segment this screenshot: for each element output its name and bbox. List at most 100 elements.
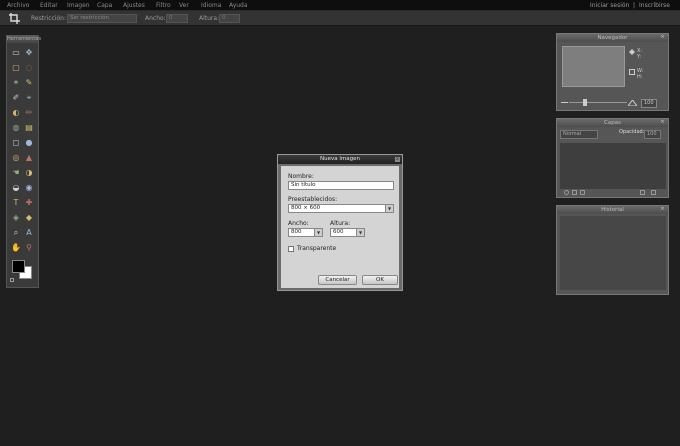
zoom-slider-handle[interactable]	[583, 99, 587, 106]
opacity-value: 100	[647, 131, 657, 137]
lasso-icon[interactable]: ◌	[24, 63, 34, 73]
ok-button[interactable]: OK	[362, 275, 398, 285]
sponge-icon[interactable]: ●	[24, 138, 34, 148]
width-label: Ancho:	[145, 15, 166, 22]
navigator-panel: Navegador × X: Y: W: H: 100	[556, 33, 669, 111]
zoom-value: 100	[644, 100, 654, 106]
wand-icon[interactable]: ✶	[11, 78, 21, 88]
height-input[interactable]: 0	[219, 14, 240, 23]
blur-icon[interactable]: ◎	[11, 153, 21, 163]
menu-ver[interactable]: Ver	[179, 2, 189, 9]
zoom-input[interactable]: 100	[641, 99, 657, 108]
menu-filtro[interactable]: Filtro	[156, 2, 171, 9]
foreground-color-swatch[interactable]	[12, 260, 25, 273]
menu-idioma[interactable]: Idioma	[201, 2, 221, 9]
opacity-label: Opacidad:	[619, 129, 645, 135]
crop-icon[interactable]: ▭	[11, 48, 21, 58]
color-replace-icon[interactable]: ◐	[11, 108, 21, 118]
menu-editar[interactable]: Editar	[40, 2, 58, 9]
history-close-icon[interactable]: ×	[660, 207, 665, 212]
bloat-icon[interactable]: ◈	[11, 213, 21, 223]
dialog-close-icon[interactable]: x	[395, 157, 400, 162]
type-icon[interactable]: A	[24, 228, 34, 238]
dialog-width-select[interactable]: 800 ▼	[288, 228, 323, 237]
clone-icon[interactable]: ⌖	[24, 93, 34, 103]
move-arrows-icon	[629, 49, 635, 55]
spot-heal-icon[interactable]: ✚	[24, 198, 34, 208]
height-label: Altura:	[199, 15, 220, 22]
menu-ajustes[interactable]: Ajustes	[123, 2, 145, 9]
cancel-button[interactable]: Cancelar	[318, 275, 357, 285]
navigator-thumbnail[interactable]	[562, 46, 625, 87]
preset-select[interactable]: 800 × 600 ▼	[288, 204, 394, 213]
tools-panel: Herramientas ▭ ✥ ▢ ◌ ✶ ✎ ✐ ⌖ ◐ ✏ ◍ ▤ ◻ ● ◎ ▲ ☚ ◑ ◒ ◉ T ✚ ◈ ◆ ⌕ A ✋…	[6, 35, 41, 288]
menu-ayuda[interactable]: Ayuda	[229, 2, 248, 9]
layer-style-icon[interactable]	[564, 190, 569, 195]
name-input[interactable]: Sin título	[288, 181, 394, 190]
login-link[interactable]: Iniciar sesión	[590, 2, 629, 9]
layers-title: Capas ×	[557, 119, 668, 127]
new-layer-icon[interactable]	[640, 190, 645, 195]
resize-icon	[629, 69, 635, 75]
transparent-checkbox[interactable]	[288, 246, 294, 252]
name-input-value: Sin título	[291, 182, 316, 188]
draw-icon[interactable]: ✏	[24, 108, 34, 118]
marquee-icon[interactable]: ▢	[11, 63, 21, 73]
smudge-icon[interactable]: ☚	[11, 168, 21, 178]
reset-colors-icon[interactable]	[10, 278, 14, 282]
nav-y-label: Y:	[637, 54, 642, 60]
new-image-dialog: Nueva imagen x Nombre: Sin título Preest…	[277, 154, 403, 291]
layers-title-text: Capas	[604, 120, 621, 126]
transparent-label: Transparente	[297, 245, 337, 252]
brush-icon[interactable]: ✐	[11, 93, 21, 103]
zoom-icon[interactable]: ⚲	[24, 243, 34, 253]
width-input-value: 0	[169, 15, 173, 21]
zoom-slider-track[interactable]	[569, 102, 627, 103]
history-title: Historial ×	[557, 206, 668, 214]
redeye-icon[interactable]: ◉	[24, 183, 34, 193]
pencil-icon[interactable]: ✎	[24, 78, 34, 88]
history-panel: Historial ×	[556, 205, 669, 295]
height-input-value: 0	[222, 15, 226, 21]
zoom-in-icon[interactable]	[628, 100, 637, 106]
register-link[interactable]: Inscribirse	[639, 2, 670, 9]
eyedropper-icon[interactable]: ⌕	[11, 228, 21, 238]
layer-mask-icon[interactable]	[572, 190, 577, 195]
text-icon[interactable]: T	[11, 198, 21, 208]
restriction-select[interactable]: Sin restricción	[67, 14, 137, 23]
opacity-input[interactable]: 100	[644, 130, 661, 139]
hand-icon[interactable]: ✋	[11, 243, 21, 253]
sharpen-icon[interactable]: ▲	[24, 153, 34, 163]
delete-layer-icon[interactable]	[651, 190, 656, 195]
menu-imagen[interactable]: Imagen	[67, 2, 90, 9]
blend-mode-value: Normal	[563, 131, 582, 137]
move-icon[interactable]: ✥	[24, 48, 34, 58]
width-chevron-down-icon: ▼	[314, 229, 322, 236]
navigator-close-icon[interactable]: ×	[660, 35, 665, 40]
eraser-icon[interactable]: ◻	[11, 138, 21, 148]
layers-close-icon[interactable]: ×	[660, 120, 665, 125]
menu-bar: Archivo Editar Imagen Capa Ajustes Filtr…	[0, 0, 680, 11]
nav-h-label: H:	[637, 74, 643, 80]
zoom-out-icon[interactable]	[561, 100, 568, 105]
menu-archivo[interactable]: Archivo	[7, 2, 29, 9]
dialog-height-select[interactable]: 600 ▼	[330, 228, 365, 237]
width-input[interactable]: 0	[166, 14, 188, 23]
bucket-icon[interactable]: ◍	[11, 123, 21, 133]
options-bar: Restricción: Sin restricción Ancho: 0 Al…	[0, 11, 680, 26]
dialog-titlebar[interactable]: Nueva imagen x	[278, 155, 402, 164]
menu-capa[interactable]: Capa	[97, 2, 112, 9]
dodge-icon[interactable]: ◑	[24, 168, 34, 178]
restriction-value: Sin restricción	[70, 15, 110, 21]
preset-label: Preestablecidos:	[288, 196, 338, 203]
burn-icon[interactable]: ◒	[11, 183, 21, 193]
blend-mode-select[interactable]: Normal	[560, 130, 598, 139]
layer-group-icon[interactable]	[580, 190, 585, 195]
layers-list[interactable]	[560, 143, 666, 189]
pinch-icon[interactable]: ◆	[24, 213, 34, 223]
gradient-icon[interactable]: ▤	[24, 123, 34, 133]
dialog-height-value: 600	[333, 229, 344, 235]
menu-separator: |	[633, 2, 636, 9]
history-list[interactable]	[560, 216, 666, 290]
crop-icon[interactable]	[9, 13, 20, 24]
